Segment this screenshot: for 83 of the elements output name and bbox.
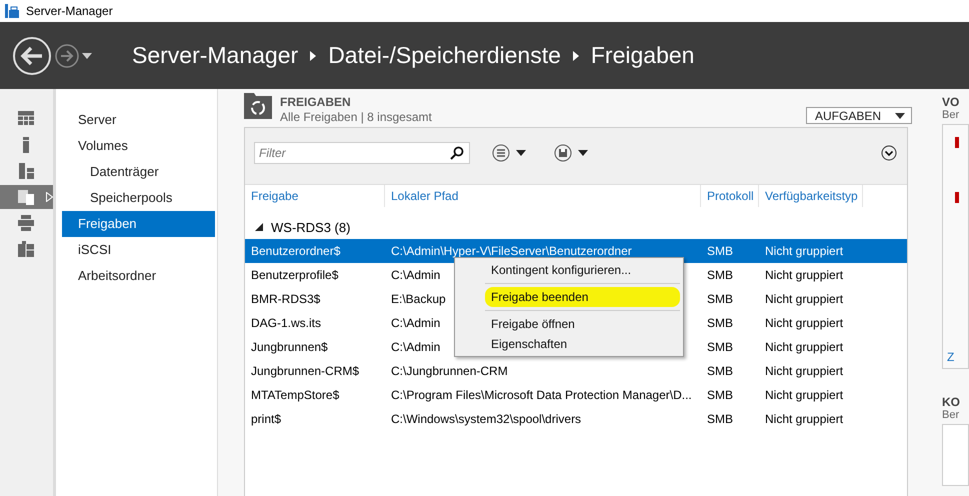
grid-icon — [18, 111, 34, 127]
folder-icon — [18, 189, 34, 205]
separator-icon — [310, 50, 316, 60]
app-icon — [4, 4, 20, 18]
column-header[interactable]: Freigabe — [245, 185, 385, 207]
panel-title: VO — [942, 95, 960, 109]
menu-item[interactable]: Freigabe beenden — [485, 287, 680, 307]
tasks-button[interactable]: AUFGABEN — [806, 107, 912, 124]
table-cell: SMB — [707, 364, 734, 378]
table-cell: BMR-RDS3$ — [251, 292, 320, 306]
table-cell: C:\Admin\Hyper-V\FileServer\Benutzerordner — [391, 244, 632, 258]
panel-link[interactable]: Z — [947, 350, 954, 364]
table-cell: C:\Program Files\Microsoft Data Protection Manager\D... — [391, 388, 692, 402]
table-cell: Nicht gruppiert — [765, 412, 844, 426]
table-cell: Benutzerprofile$ — [251, 268, 338, 282]
table-cell: Benutzerordner$ — [251, 244, 340, 258]
table-cell: DAG-1.ws.its — [251, 316, 322, 330]
nav-item[interactable]: Datenträger — [62, 159, 215, 185]
breadcrumb-item[interactable]: Freigaben — [590, 42, 694, 69]
table-cell: C:\Jungbrunnen-CRM — [391, 364, 508, 378]
nav-item[interactable]: iSCSI — [62, 237, 215, 263]
nav-item[interactable]: Speicherpools — [62, 185, 215, 211]
save-icon[interactable] — [554, 144, 572, 162]
breadcrumb-item[interactable]: Server-Manager — [132, 42, 298, 69]
shares-icon — [244, 93, 272, 119]
servers-icon — [18, 163, 34, 179]
column-header[interactable]: Protokoll — [701, 185, 759, 207]
table-cell: Jungbrunnen-CRM$ — [251, 364, 360, 378]
table-cell: Nicht gruppiert — [765, 340, 844, 354]
table-cell: SMB — [707, 388, 734, 402]
caret-icon[interactable] — [578, 150, 588, 156]
menu-item[interactable]: Eigenschaften — [485, 334, 680, 354]
table-cell: C:\Admin — [391, 268, 440, 282]
list-icon[interactable] — [492, 144, 510, 162]
panel-subtitle: Ber — [942, 109, 960, 121]
collapse-icon[interactable] — [255, 223, 263, 231]
caret-icon[interactable] — [516, 150, 526, 156]
section-title: FREIGABEN — [280, 95, 352, 109]
nav-item[interactable]: Arbeitsordner — [62, 263, 215, 289]
expand-icon[interactable] — [881, 145, 897, 161]
group-header: WS-RDS3 (8) — [271, 220, 350, 234]
expand-icon — [46, 192, 53, 202]
table-cell: Nicht gruppiert — [765, 316, 844, 330]
nav-item[interactable]: Server — [62, 107, 215, 133]
separator-icon — [572, 50, 579, 60]
table-cell: Nicht gruppiert — [765, 364, 844, 378]
table-cell: Nicht gruppiert — [765, 388, 844, 402]
table-cell: SMB — [707, 316, 734, 330]
menu-item[interactable]: Freigabe öffnen — [485, 314, 680, 334]
panel-subtitle: Ber — [942, 409, 960, 421]
caret-icon — [895, 112, 905, 118]
table-cell: print$ — [251, 412, 282, 426]
selected-row[interactable]: Benutzerordner$ C:\Admin\Hyper-V\FileServer\Benutzerordner SMB Nicht gruppiert — [245, 239, 907, 263]
table-cell: SMB — [707, 244, 734, 258]
table-cell: Nicht gruppiert — [765, 268, 844, 282]
building-icon — [18, 241, 34, 257]
nav-item[interactable]: Freigaben — [62, 211, 215, 237]
filter-field[interactable]: Filter — [254, 142, 470, 164]
breadcrumb-item[interactable]: Datei-/Speicherdienste — [328, 42, 561, 69]
menu-item[interactable]: Kontingent konfigurieren... — [485, 260, 680, 280]
table-cell: C:\Admin — [391, 340, 440, 354]
table-cell: SMB — [707, 268, 734, 282]
panel-title: KO — [942, 395, 961, 409]
table-cell: C:\Admin — [391, 316, 440, 330]
sidebar-item[interactable] — [0, 185, 53, 209]
table-cell: C:\Windows\system32\spool\drivers — [391, 412, 582, 426]
nav-item[interactable]: Volumes — [62, 133, 215, 159]
column-header[interactable]: Verfügbarkeitstyp — [759, 185, 863, 207]
column-header[interactable]: Lokaler Pfad — [385, 185, 701, 207]
table-cell: SMB — [707, 292, 734, 306]
back-button[interactable] — [12, 36, 52, 76]
forward-button[interactable] — [54, 42, 80, 68]
table-cell: Jungbrunnen$ — [251, 340, 328, 354]
table-cell: MTATempStore$ — [251, 388, 340, 402]
table-cell: SMB — [707, 412, 734, 426]
table-cell: E:\Backup — [391, 292, 446, 306]
table-cell: Nicht gruppiert — [765, 244, 844, 258]
printer-icon — [18, 215, 34, 231]
caret-icon[interactable] — [82, 52, 92, 58]
section-subtitle: Alle Freigaben | 8 insgesamt — [280, 110, 432, 124]
table-cell: Nicht gruppiert — [765, 292, 844, 306]
table-cell: SMB — [707, 340, 734, 354]
window-title: Server-Manager — [26, 4, 113, 18]
